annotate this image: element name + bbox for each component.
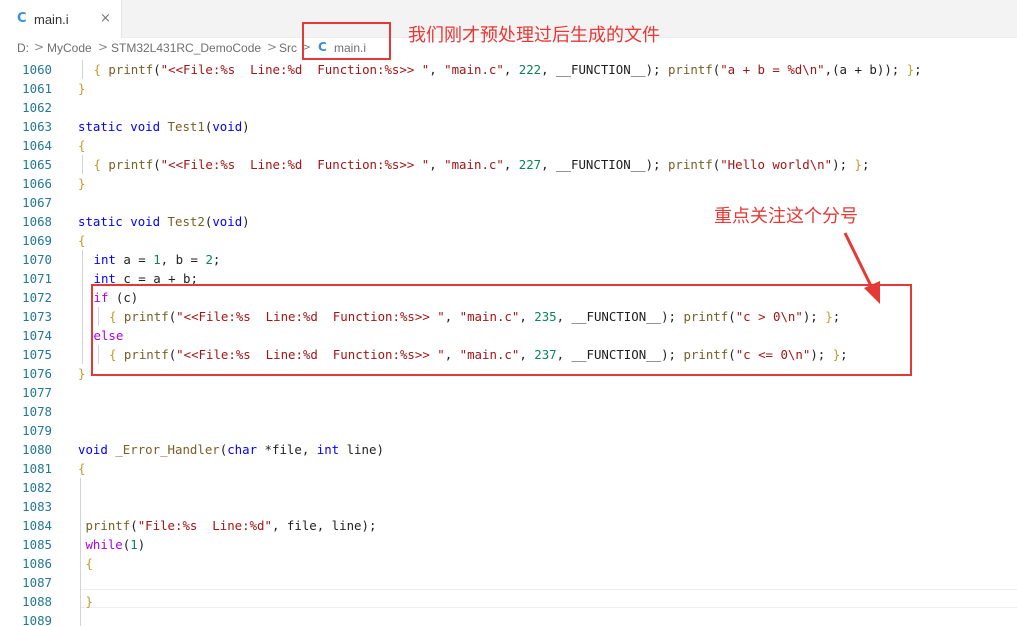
arrow-line <box>843 232 875 291</box>
arrow-pointer <box>843 232 880 304</box>
arrow-head <box>864 281 880 304</box>
